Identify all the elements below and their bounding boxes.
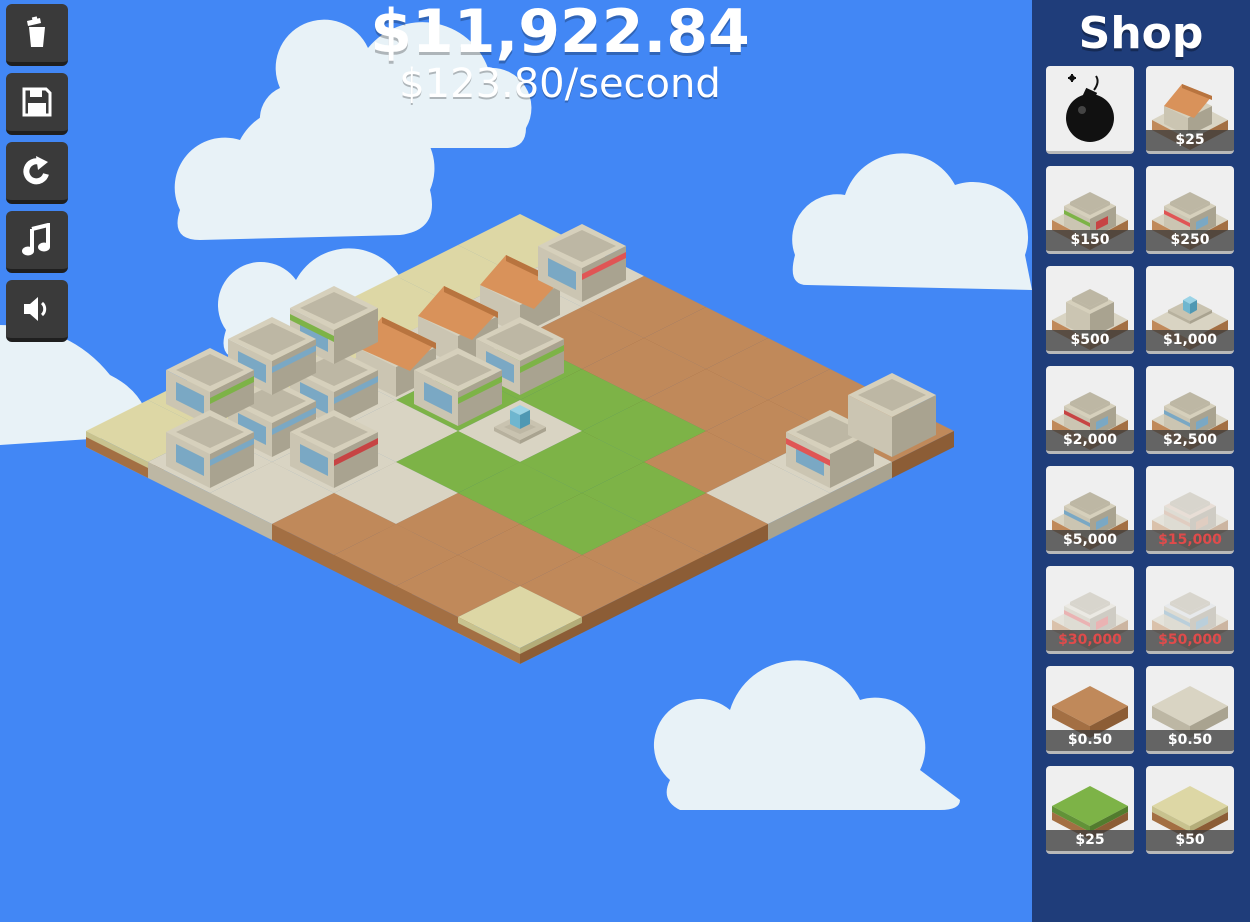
city-scene[interactable]: [0, 0, 1032, 922]
cloud: [653, 660, 960, 810]
shop-item-price: $0.50: [1146, 730, 1234, 751]
shop-item-plain-building[interactable]: $500: [1046, 266, 1134, 354]
shop-item-price: $25: [1146, 130, 1234, 151]
music-note-icon: [22, 223, 50, 256]
cloud: [174, 107, 435, 241]
shop-panel: Shop $25 $150 $250 $500 $1,000 $2,000 $2…: [1032, 0, 1250, 922]
shop-item-house[interactable]: $25: [1146, 66, 1234, 154]
shop-item-apartment[interactable]: $15,000: [1146, 466, 1234, 554]
shop-item-price: $0.50: [1046, 730, 1134, 751]
shop-item-price: $2,000: [1046, 430, 1134, 451]
shop-item-price: $5,000: [1046, 530, 1134, 551]
rotate-arrow-icon: [23, 156, 49, 185]
shop-item-price: $250: [1146, 230, 1234, 251]
game-viewport[interactable]: [0, 0, 1032, 922]
shop-item-price: $2,500: [1146, 430, 1234, 451]
shop-item-green-awning-shop[interactable]: $150: [1046, 166, 1134, 254]
shop-item-price: $50,000: [1146, 630, 1234, 651]
shop-item-price: $500: [1046, 330, 1134, 351]
shop-item-price: $50: [1146, 830, 1234, 851]
shop-item-concrete-tile[interactable]: $0.50: [1146, 666, 1234, 754]
money-display: $11,922.84 $123.80/second: [300, 0, 820, 106]
redo-button[interactable]: [6, 142, 68, 204]
shop-item-price: $30,000: [1046, 630, 1134, 651]
money-total: $11,922.84: [370, 0, 750, 67]
shop-item-grass-tile[interactable]: $25: [1046, 766, 1134, 854]
trash-button[interactable]: [6, 4, 68, 66]
trash-icon: [27, 16, 45, 47]
shop-item-price: $1,000: [1146, 330, 1234, 351]
shop-grid: $25 $150 $250 $500 $1,000 $2,000 $2,500 …: [1046, 66, 1236, 854]
shop-item-bomb[interactable]: [1046, 66, 1134, 154]
sound-button[interactable]: [6, 280, 68, 342]
shop-item-fountain[interactable]: $1,000: [1146, 266, 1234, 354]
toolbar: [6, 4, 68, 349]
shop-title: Shop: [1078, 8, 1204, 59]
shop-item-sand-tile[interactable]: $50: [1146, 766, 1234, 854]
shop-item-dirt-tile[interactable]: $0.50: [1046, 666, 1134, 754]
cloud: [792, 153, 1032, 290]
shop-item-two-story-building[interactable]: $5,000: [1046, 466, 1134, 554]
shop-item-blue-store[interactable]: $2,500: [1146, 366, 1234, 454]
floppy-disk-icon: [22, 87, 52, 117]
music-button[interactable]: [6, 211, 68, 273]
shop-item-price: $25: [1046, 830, 1134, 851]
shop-item-red-awning-shop[interactable]: $250: [1146, 166, 1234, 254]
bomb-icon: [1066, 74, 1114, 142]
shop-item-diner[interactable]: $30,000: [1046, 566, 1134, 654]
save-button[interactable]: [6, 73, 68, 135]
shop-item-red-store[interactable]: $2,000: [1046, 366, 1134, 454]
money-rate: $123.80/second: [399, 61, 721, 107]
speaker-icon: [24, 297, 47, 321]
shop-item-price: $15,000: [1146, 530, 1234, 551]
shop-item-office[interactable]: $50,000: [1146, 566, 1234, 654]
shop-item-price: $150: [1046, 230, 1134, 251]
